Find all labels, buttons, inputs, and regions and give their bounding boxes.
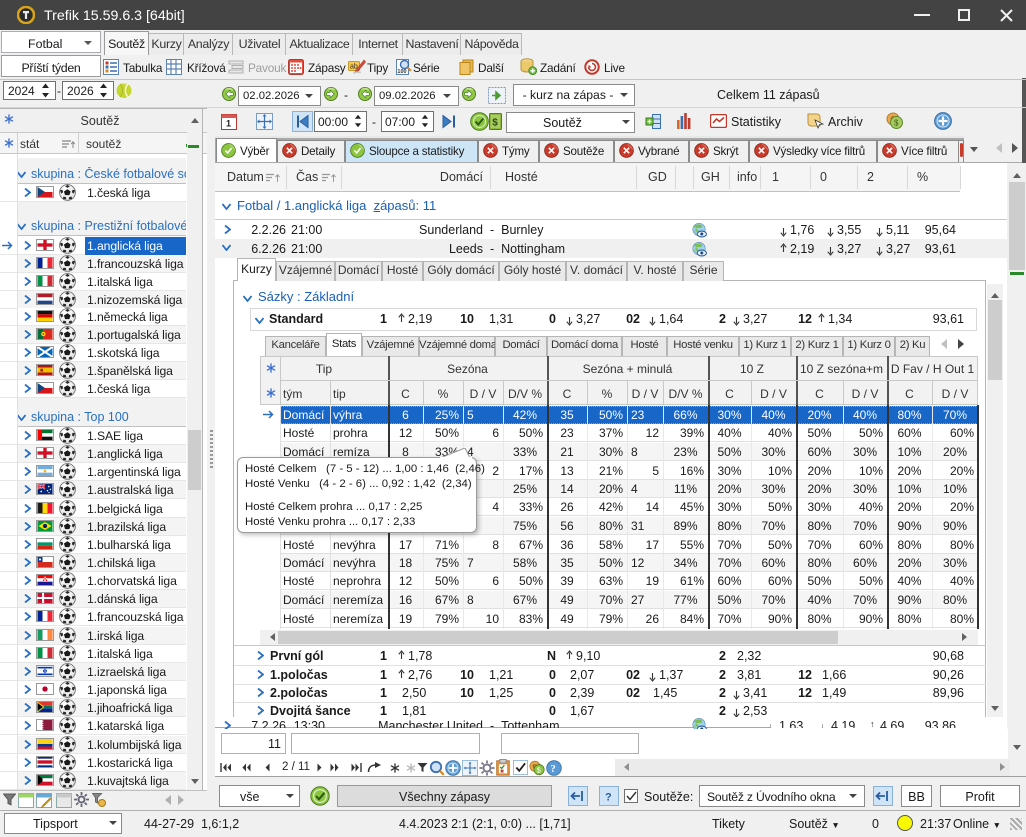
svg-text:1: 1: [226, 119, 231, 129]
svg-text:?: ?: [551, 764, 556, 775]
svg-text:?: ?: [605, 792, 612, 804]
svg-text:$: $: [894, 119, 899, 128]
svg-text:$: $: [492, 118, 498, 129]
svg-text:100: 100: [397, 69, 406, 75]
